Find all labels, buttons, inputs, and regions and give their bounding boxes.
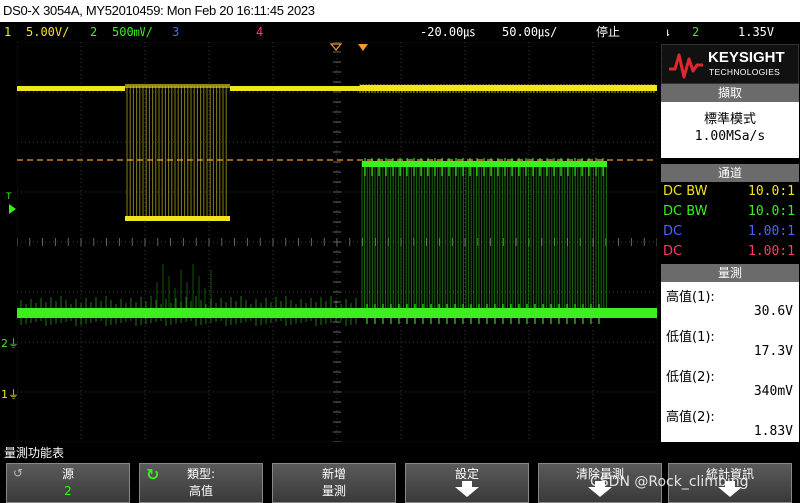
channels-list: DC BW 10.0:1 DC BW 10.0:1 DC 1.00:1 DC 1.00:1 [661,182,799,264]
measurements-body: 高值(1): 30.6V 低值(1): 17.3V 低值(2): 340mV 高值(2): 1… [661,282,799,442]
softkey-1[interactable]: ↺ 源 2 [6,463,130,503]
keysight-logo: KEYSIGHT TECHNOLOGIES [661,44,799,84]
ch1-ground-marker[interactable]: 1⏚ [1,386,19,402]
status-bar: 1 5.00V/ 2 500㎷/ 3 4 -20.00㎲ 50.00㎲/ 停止 … [0,22,800,42]
timebase-scale[interactable]: 50.00㎲/ [502,22,557,42]
ch1-high-level [230,86,360,91]
measurement-label: 高值(2): [666,410,715,425]
channel-row[interactable]: DC 1.00:1 [663,222,795,242]
softkey-value: 量測 [321,484,346,498]
trigger-level[interactable]: 1.35V [738,22,774,42]
run-state[interactable]: 停止 [596,22,620,42]
softkey-label: 類型: [186,467,216,481]
trigger-source[interactable]: 2 [692,22,699,42]
softkey-label: 源 [61,467,74,481]
acquisition-header[interactable]: 擷取 [661,84,799,102]
ch1-marker-label: 1 [1,388,8,401]
channel-coupling: DC BW [663,204,708,219]
softkey-3[interactable]: 新增 量測 [272,463,396,503]
channel-probe: 10.0:1 [748,204,795,219]
measurement-value: 30.6V [753,304,793,319]
trigger-level-arrow-icon [9,204,16,214]
measurement-value: 340mV [753,384,793,399]
channel-probe: 1.00:1 [748,244,795,259]
ch1-burst-top [125,84,230,88]
channel-row[interactable]: DC 1.00:1 [663,242,795,262]
trigger-marker: T [6,192,12,202]
softkey-label: 新增 [321,467,346,481]
trigger-edge-icon: ⇂ [664,25,672,39]
measurement-value: 17.3V [753,344,793,359]
channel-row[interactable]: DC BW 10.0:1 [663,202,795,222]
ch2-number[interactable]: 2 [90,22,97,42]
window-title: DS0-X 3054A, MY52010459: Mon Feb 20 16:1… [0,0,800,22]
measurements-header[interactable]: 量測 [661,264,799,282]
softkey-label: 設定 [454,467,479,481]
ch1-scale[interactable]: 5.00V/ [26,22,69,42]
measurement-value: 1.83V [753,424,793,439]
ch2-scale[interactable]: 500㎷/ [112,22,153,42]
channels-header[interactable]: 通道 [661,164,799,182]
info-panel: KEYSIGHT TECHNOLOGIES 擷取 標準模式 1.00MSa/s … [660,44,800,442]
channel-probe: 1.00:1 [748,224,795,239]
measurement-label: 低值(2): [666,370,715,385]
acquisition-body: 標準模式 1.00MSa/s [661,102,799,158]
submenu-arrow-icon [455,481,479,497]
watermark: CSDN @Rock_climbing [590,474,749,490]
menu-title: 量測功能表 [4,446,65,460]
ch1-low-level [125,216,230,221]
ground-icon: ⏚ [8,388,19,401]
channel-coupling: DC [663,244,683,259]
brand-name: KEYSIGHT [708,49,785,66]
ch1-high-level [17,86,125,91]
ch3-number[interactable]: 3 [172,22,179,42]
ch2-marker-label: 2 [1,337,8,350]
channel-coupling: DC BW [663,184,708,199]
measurement-label: 低值(1): [666,330,715,345]
waveform-display[interactable] [17,42,657,442]
softkey-value: 高值 [188,484,213,498]
keysight-wave-icon [669,53,703,79]
ch4-number[interactable]: 4 [256,22,263,42]
softkey-2[interactable]: ↻ 類型: 高值 [139,463,263,503]
acq-rate: 1.00MSa/s [694,129,766,144]
ch2-low-level [17,308,657,318]
measurement-label: 高值(1): [666,290,715,305]
timebase-delay[interactable]: -20.00㎲ [420,22,475,42]
acq-mode: 標準模式 [703,112,756,127]
channel-row[interactable]: DC BW 10.0:1 [663,182,795,202]
softkey-4[interactable]: 設定 [405,463,529,503]
ground-icon: ⏚ [8,337,19,350]
channel-coupling: DC [663,224,683,239]
softkey-value: 2 [64,484,72,498]
ch2-ground-marker[interactable]: 2⏚ [1,335,19,351]
ch1-number[interactable]: 1 [4,22,11,42]
channel-probe: 10.0:1 [748,184,795,199]
brand-sub: TECHNOLOGIES [709,67,781,77]
